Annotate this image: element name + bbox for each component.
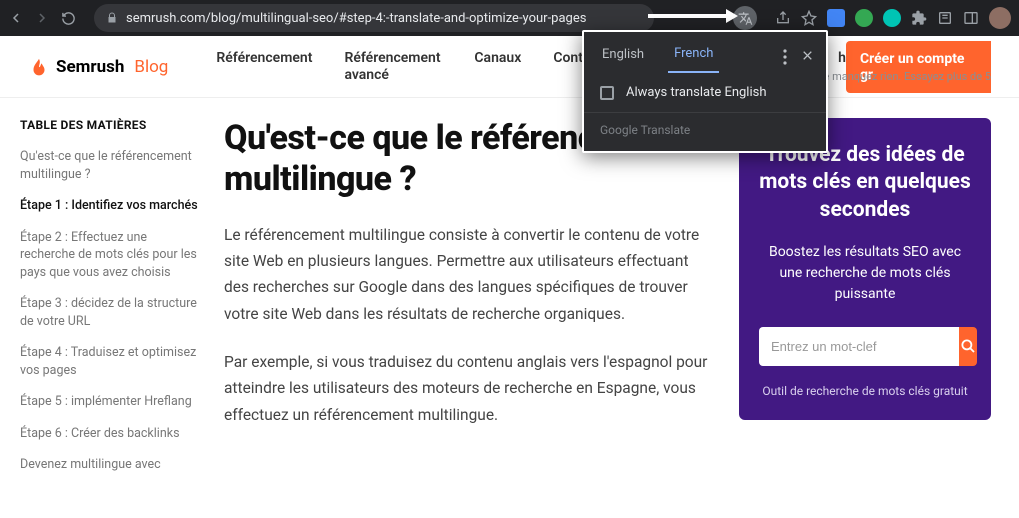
site-header: Semrush Blog Référencement Référencement… — [0, 36, 1019, 98]
site-logo[interactable]: Semrush Blog — [28, 57, 168, 77]
translate-tab-french[interactable]: French — [668, 40, 719, 73]
keyword-input[interactable] — [759, 327, 959, 366]
page-body: TABLE DES MATIÈRES Qu'est-ce que le réfé… — [0, 98, 1019, 488]
browser-toolbar: semrush.com/blog/multilingual-seo/#step-… — [0, 0, 1019, 36]
profile-avatar[interactable] — [989, 7, 1011, 29]
panel-icon[interactable] — [963, 10, 979, 26]
brand-text: Semrush — [56, 57, 124, 77]
toc-item[interactable]: Qu'est-ce que le référencement multiling… — [20, 148, 200, 183]
nav-item-referencement-avance[interactable]: Référencement avancé — [344, 50, 442, 84]
share-icon[interactable] — [775, 10, 791, 26]
blog-label: Blog — [134, 57, 168, 77]
nav-item-referencement[interactable]: Référencement — [216, 50, 312, 84]
url-text: semrush.com/blog/multilingual-seo/#step-… — [126, 11, 586, 26]
translate-popup: English French Always translate English … — [582, 30, 828, 153]
translate-tab-english[interactable]: English — [596, 41, 650, 72]
toc-item[interactable]: Étape 5 : implémenter Hreflang — [20, 393, 200, 411]
extension-icon-3[interactable] — [883, 9, 901, 27]
promo-footer: Outil de recherche de mots clés gratuit — [759, 384, 971, 398]
nav-item-canaux[interactable]: Canaux — [474, 50, 521, 84]
header-subline: Ne manquez rien. Essayez plus de 5 — [816, 70, 991, 83]
close-icon[interactable] — [801, 49, 814, 65]
reading-list-icon[interactable] — [937, 10, 953, 26]
toc-item[interactable]: Étape 3 : décidez de la structure de vot… — [20, 295, 200, 330]
toc-item[interactable]: Devenez multilingue avec — [20, 456, 200, 474]
browser-actions — [775, 7, 1011, 29]
extension-icon-1[interactable] — [827, 9, 845, 27]
url-bar[interactable]: semrush.com/blog/multilingual-seo/#step-… — [94, 4, 654, 32]
toc-title: TABLE DES MATIÈRES — [20, 118, 200, 132]
keyword-search-button[interactable] — [959, 327, 977, 366]
table-of-contents: TABLE DES MATIÈRES Qu'est-ce que le réfé… — [20, 118, 200, 488]
promo-subtitle: Boostez les résultats SEO avec une reche… — [759, 242, 971, 305]
toc-item[interactable]: Étape 1 : Identifiez vos marchés — [20, 197, 200, 215]
create-account-button[interactable]: Créer un compte gr — [846, 41, 991, 93]
article-content: Qu'est-ce que le référencement multiling… — [224, 118, 715, 488]
article-paragraph: Par exemple, si vous traduisez du conten… — [224, 349, 715, 428]
flame-icon — [28, 57, 48, 77]
always-translate-label: Always translate English — [626, 85, 767, 100]
forward-icon[interactable] — [34, 10, 50, 26]
translate-footer: Google Translate — [584, 113, 826, 151]
extension-icon-2[interactable] — [855, 9, 873, 27]
promo-title: Trouvez des idées de mots clés en quelqu… — [759, 142, 971, 224]
always-translate-checkbox[interactable] — [600, 86, 614, 100]
back-icon[interactable] — [8, 10, 24, 26]
promo-card: Trouvez des idées de mots clés en quelqu… — [739, 118, 991, 420]
toc-item[interactable]: Étape 6 : Créer des backlinks — [20, 425, 200, 443]
search-icon — [959, 337, 977, 355]
reload-icon[interactable] — [60, 10, 76, 26]
annotation-arrow — [648, 14, 728, 18]
article-paragraph: Le référencement multilingue consiste à … — [224, 222, 715, 327]
extensions-icon[interactable] — [911, 10, 927, 26]
lock-icon — [106, 12, 118, 24]
toc-item[interactable]: Étape 4 : Traduisez et optimisez vos pag… — [20, 344, 200, 379]
kebab-icon[interactable] — [783, 49, 787, 65]
toc-item[interactable]: Étape 2 : Effectuez une recherche de mot… — [20, 229, 200, 282]
star-icon[interactable] — [801, 10, 817, 26]
